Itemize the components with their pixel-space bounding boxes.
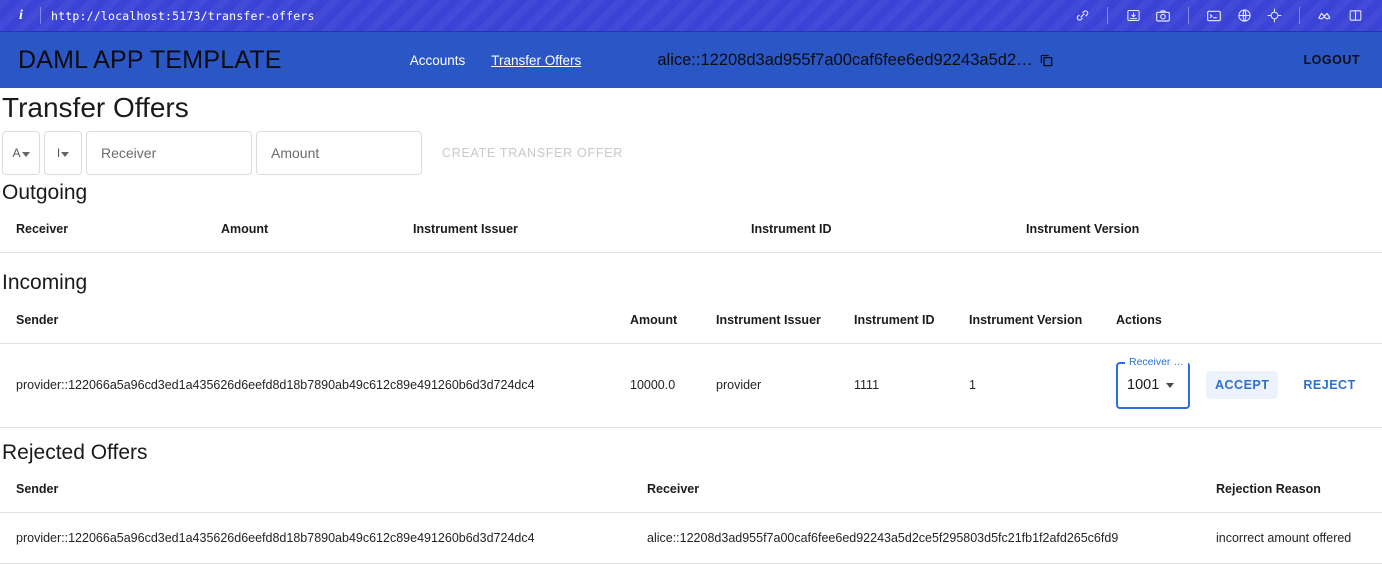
incoming-section-title: Incoming	[2, 271, 88, 295]
split-panel-icon[interactable]	[1340, 4, 1370, 28]
main-nav: Accounts Transfer Offers	[410, 53, 582, 68]
table-row: provider::122066a5a96cd3ed1a435626d6eefd…	[0, 512, 1382, 564]
logout-button[interactable]: LOGOUT	[1296, 47, 1368, 73]
column-header-instrument-id: Instrument ID	[735, 206, 1010, 254]
column-header-instrument-id: Instrument ID	[838, 296, 953, 344]
camera-icon[interactable]	[1148, 4, 1178, 28]
cell-instrument-id: 1111	[838, 343, 953, 428]
column-header-actions: Actions	[1100, 296, 1382, 344]
outgoing-table: Receiver Amount Instrument Issuer Instru…	[0, 206, 1382, 254]
incoming-header-row: Sender Amount Instrument Issuer Instrume…	[0, 296, 1382, 344]
cell-sender: provider::122066a5a96cd3ed1a435626d6eefd…	[0, 343, 614, 428]
column-header-instrument-version: Instrument Version	[953, 296, 1100, 344]
nav-item-transfer-offers[interactable]: Transfer Offers	[491, 53, 581, 68]
column-header-receiver: Receiver	[631, 465, 1200, 513]
instrument-select[interactable]: A	[2, 131, 40, 175]
cell-rejection-reason: incorrect amount offered	[1200, 512, 1382, 564]
column-header-instrument-issuer: Instrument Issuer	[700, 296, 838, 344]
connection-icon[interactable]	[1310, 4, 1340, 28]
reject-button[interactable]: REJECT	[1294, 371, 1364, 399]
browser-top-bar: i http://localhost:5173/transfer-offers	[0, 0, 1382, 32]
party-id-text: alice::12208d3ad955f7a00caf6fee6ed92243a…	[657, 50, 1033, 69]
row-actions: Receiver … 1001 ACCEPT REJECT	[1116, 355, 1382, 409]
column-header-sender: Sender	[0, 296, 614, 344]
rejected-header-row: Sender Receiver Rejection Reason	[0, 465, 1382, 513]
page-content: Transfer Offers A I CREATE TRANSFER OFFE…	[0, 90, 1382, 564]
page-title: Transfer Offers	[2, 92, 189, 123]
chevron-down-icon	[21, 151, 30, 157]
party-id-display: alice::12208d3ad955f7a00caf6fee6ed92243a…	[657, 51, 1054, 70]
cell-instrument-issuer: provider	[700, 343, 838, 428]
cell-instrument-version: 1	[953, 343, 1100, 428]
app-title: DAML APP TEMPLATE	[18, 45, 282, 74]
column-header-instrument-version: Instrument Version	[1010, 206, 1382, 254]
nav-item-accounts[interactable]: Accounts	[410, 53, 466, 68]
console-icon[interactable]	[1199, 4, 1229, 28]
receiver-account-select-label: Receiver …	[1125, 355, 1188, 368]
browser-toolbar-icons	[1067, 4, 1370, 28]
url-text[interactable]: http://localhost:5173/transfer-offers	[51, 9, 315, 23]
chevron-down-icon	[1166, 382, 1175, 388]
topbar-divider	[1107, 7, 1108, 24]
chevron-down-icon	[61, 151, 70, 157]
create-transfer-offer-form: A I CREATE TRANSFER OFFER	[2, 131, 1382, 175]
rejected-offers-table: Sender Receiver Rejection Reason provide…	[0, 465, 1382, 564]
copy-icon[interactable]	[1039, 52, 1055, 68]
column-header-sender: Sender	[0, 465, 631, 513]
cell-receiver: alice::12208d3ad955f7a00caf6fee6ed92243a…	[631, 512, 1200, 564]
link-icon[interactable]	[1067, 4, 1097, 28]
outgoing-header-row: Receiver Amount Instrument Issuer Instru…	[0, 206, 1382, 254]
topbar-divider	[40, 7, 41, 24]
create-transfer-offer-button[interactable]: CREATE TRANSFER OFFER	[426, 131, 639, 175]
outgoing-section-title: Outgoing	[2, 181, 88, 204]
receiver-input[interactable]	[86, 131, 252, 175]
save-image-icon[interactable]	[1118, 4, 1148, 28]
column-header-amount: Amount	[205, 206, 397, 254]
receiver-account-select-value: 1001	[1127, 377, 1160, 394]
amount-input[interactable]	[256, 131, 422, 175]
issuer-select[interactable]: I	[44, 131, 82, 175]
globe-icon[interactable]	[1229, 4, 1259, 28]
column-header-amount: Amount	[614, 296, 700, 344]
topbar-divider	[1188, 7, 1189, 24]
info-icon: i	[19, 7, 23, 23]
issuer-select-value: I	[56, 146, 61, 160]
app-bar: DAML APP TEMPLATE Accounts Transfer Offe…	[0, 32, 1382, 88]
target-icon[interactable]	[1259, 4, 1289, 28]
cell-amount: 10000.0	[614, 343, 700, 428]
column-header-rejection-reason: Rejection Reason	[1200, 465, 1382, 513]
table-row: provider::122066a5a96cd3ed1a435626d6eefd…	[0, 343, 1382, 428]
column-header-instrument-issuer: Instrument Issuer	[397, 206, 735, 254]
receiver-account-select[interactable]: Receiver … 1001	[1116, 355, 1190, 409]
incoming-table: Sender Amount Instrument Issuer Instrume…	[0, 296, 1382, 428]
accept-button[interactable]: ACCEPT	[1206, 371, 1279, 400]
column-header-receiver: Receiver	[0, 206, 205, 254]
cell-sender: provider::122066a5a96cd3ed1a435626d6eefd…	[0, 512, 631, 564]
cell-actions: Receiver … 1001 ACCEPT REJECT	[1100, 343, 1382, 428]
rejected-offers-section-title: Rejected Offers	[2, 440, 148, 464]
instrument-select-value: A	[12, 146, 21, 160]
topbar-divider	[1299, 7, 1300, 24]
